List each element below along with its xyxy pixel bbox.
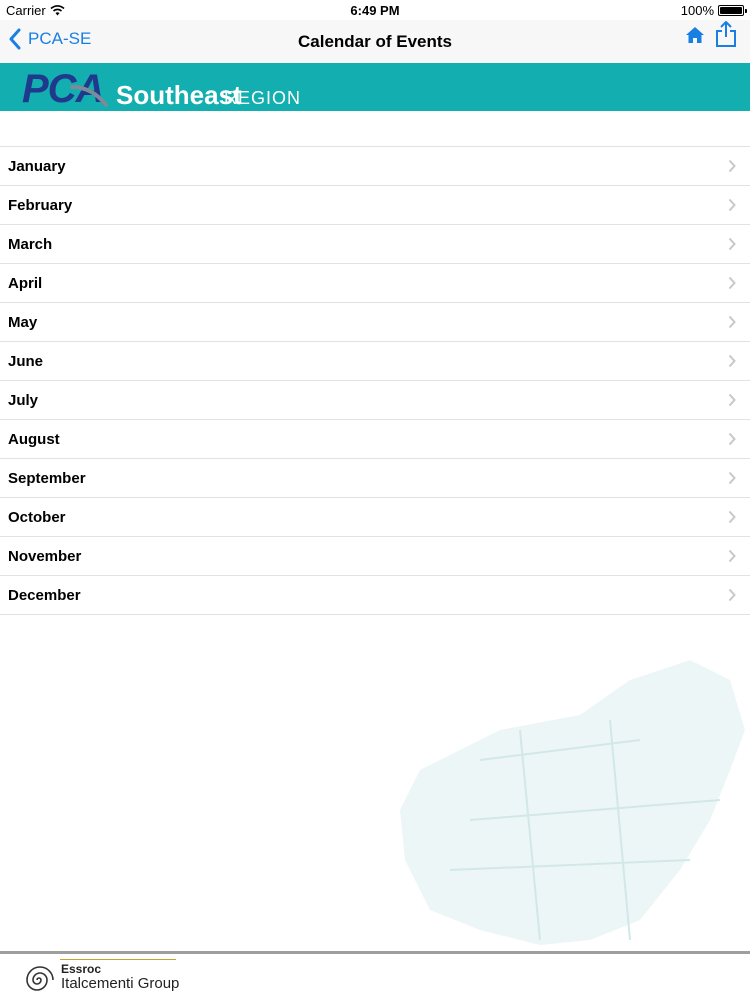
month-label: September: [8, 469, 86, 487]
chevron-right-icon: [728, 237, 736, 251]
chevron-right-icon: [728, 354, 736, 368]
list-item[interactable]: November: [0, 537, 750, 576]
navigation-bar: PCA-SE Calendar of Events: [0, 20, 750, 64]
list-item[interactable]: September: [0, 459, 750, 498]
month-label: February: [8, 196, 73, 214]
month-label: April: [8, 274, 43, 292]
chevron-right-icon: [728, 549, 736, 563]
chevron-right-icon: [728, 588, 736, 602]
home-icon[interactable]: [684, 24, 706, 46]
month-label: December: [8, 586, 81, 604]
footer: Essroc Italcementi Group: [0, 951, 750, 1000]
chevron-right-icon: [728, 198, 736, 212]
battery-icon: [718, 5, 747, 16]
chevron-right-icon: [728, 432, 736, 446]
month-label: March: [8, 235, 53, 253]
list-item[interactable]: August: [0, 420, 750, 459]
list-item[interactable]: May: [0, 303, 750, 342]
chevron-right-icon: [728, 393, 736, 407]
list-item[interactable]: February: [0, 186, 750, 225]
chevron-right-icon: [728, 276, 736, 290]
month-list: January February March April May June July Augu…: [0, 146, 750, 615]
list-item[interactable]: June: [0, 342, 750, 381]
chevron-right-icon: [728, 315, 736, 329]
status-time: 6:49 PM: [350, 3, 400, 18]
month-label: October: [8, 508, 66, 526]
essroc-spiral-logo-icon: [26, 966, 54, 991]
pca-southeast-banner: PCA Southeast REGION: [0, 63, 750, 111]
list-item[interactable]: April: [0, 264, 750, 303]
chevron-right-icon: [728, 471, 736, 485]
chevron-right-icon: [728, 510, 736, 524]
region-word: REGION: [224, 88, 302, 108]
battery-group: 100%: [680, 3, 747, 18]
month-label: August: [8, 430, 60, 448]
company-group: Italcementi Group: [61, 975, 180, 992]
month-label: July: [8, 391, 39, 409]
month-label: May: [8, 313, 38, 331]
footer-rule: [60, 959, 176, 960]
southeast-map-background: [400, 660, 745, 945]
page-title: Calendar of Events: [298, 32, 452, 51]
share-icon[interactable]: [714, 20, 738, 48]
list-item[interactable]: March: [0, 225, 750, 264]
list-item[interactable]: January: [0, 147, 750, 186]
battery-percent: 100%: [680, 3, 714, 18]
list-item[interactable]: December: [0, 576, 750, 615]
list-item[interactable]: October: [0, 498, 750, 537]
region-name: Southeast: [116, 80, 242, 110]
chevron-right-icon: [728, 159, 736, 173]
month-label: January: [8, 157, 66, 175]
month-label: November: [8, 547, 82, 565]
status-bar: Carrier 6:49 PM 100%: [0, 0, 750, 20]
company-name: Essroc: [61, 962, 102, 976]
list-item[interactable]: July: [0, 381, 750, 420]
month-label: June: [8, 352, 44, 370]
swoosh-icon: [70, 85, 108, 107]
